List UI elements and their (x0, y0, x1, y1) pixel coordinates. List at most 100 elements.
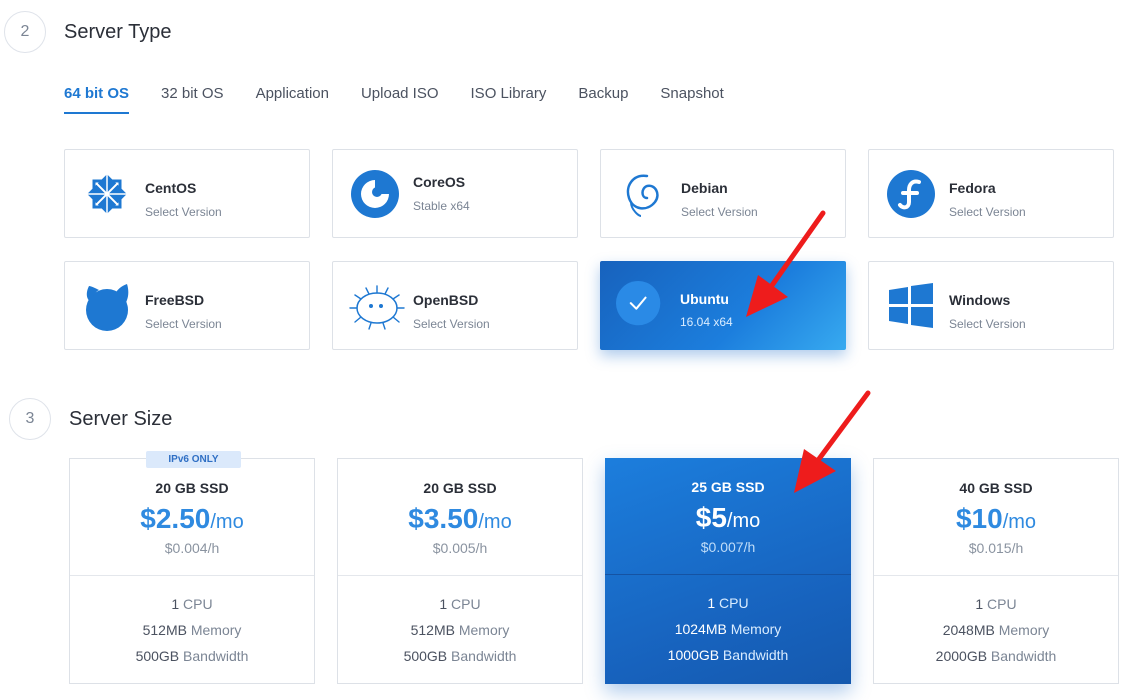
cpu-label: CPU (447, 596, 481, 612)
os-card-freebsd[interactable]: FreeBSD Select Version (64, 261, 310, 350)
memory-spec: 2048MB Memory (874, 622, 1118, 638)
bandwidth-spec: 2000GB Bandwidth (874, 648, 1118, 664)
price-period: /mo (478, 511, 512, 533)
tab-32-bit-os[interactable]: 32 bit OS (161, 82, 224, 114)
bandwidth-label: Bandwidth (987, 648, 1057, 664)
os-name: Fedora (949, 180, 996, 196)
os-version: Select Version (949, 317, 1026, 331)
cpu-spec: 1 CPU (605, 595, 851, 611)
cpu-value: 1 (707, 595, 716, 611)
os-card-openbsd[interactable]: OpenBSD Select Version (332, 261, 578, 350)
memory-spec: 512MB Memory (70, 622, 314, 638)
memory-value: 512MB (410, 622, 455, 638)
price-amount: $10 (955, 503, 1003, 534)
os-version: Select Version (145, 317, 222, 331)
section-title-server-size: Server Size (69, 408, 173, 430)
os-name: CentOS (145, 180, 197, 196)
bandwidth-spec: 500GB Bandwidth (70, 648, 314, 664)
monthly-price: $2.50/mo (70, 503, 314, 535)
os-version: Select Version (413, 317, 490, 331)
os-name: Debian (681, 180, 728, 196)
centos-logo-icon (85, 172, 129, 216)
debian-logo-icon (626, 174, 659, 217)
cpu-spec: 1 CPU (874, 596, 1118, 612)
os-version: Select Version (949, 205, 1026, 219)
price-period: /mo (210, 511, 244, 533)
price-amount: $2.50 (140, 503, 211, 534)
storage-label: 40 GB SSD (959, 480, 1033, 496)
os-card-ubuntu[interactable]: Ubuntu 16.04 x64 (600, 261, 846, 350)
os-card-coreos[interactable]: CoreOS Stable x64 (332, 149, 578, 238)
windows-logo-icon (889, 283, 933, 328)
coreos-logo-icon (351, 170, 399, 218)
os-name: Ubuntu (680, 291, 729, 307)
storage-label: 20 GB SSD (155, 480, 229, 496)
memory-label: Memory (726, 621, 782, 637)
check-icon (616, 281, 661, 326)
divider (605, 574, 851, 575)
os-version: Select Version (145, 205, 222, 219)
cpu-value: 1 (171, 596, 180, 612)
tab-backup[interactable]: Backup (578, 82, 628, 114)
cpu-spec: 1 CPU (70, 596, 314, 612)
size-card-20gb-350[interactable]: 20 GB SSD $3.50/mo $0.005/h 1 CPU 512MB … (337, 458, 583, 684)
divider (338, 575, 582, 576)
tab-64-bit-os[interactable]: 64 bit OS (64, 82, 130, 114)
bandwidth-label: Bandwidth (179, 648, 249, 664)
divider (874, 575, 1118, 576)
tab-snapshot[interactable]: Snapshot (660, 82, 723, 114)
memory-spec: 512MB Memory (338, 622, 582, 638)
bandwidth-value: 2000GB (935, 648, 988, 664)
openbsd-logo-icon (349, 285, 405, 330)
os-name: CoreOS (413, 174, 466, 190)
tab-iso-library[interactable]: ISO Library (471, 82, 547, 114)
os-version: Stable x64 (413, 199, 470, 213)
size-card-20gb-250[interactable]: IPv6 ONLY 20 GB SSD $2.50/mo $0.004/h 1 … (69, 451, 315, 684)
divider (70, 575, 314, 576)
os-card-windows[interactable]: Windows Select Version (868, 261, 1114, 350)
storage-label: 20 GB SSD (423, 480, 497, 496)
price-amount: $5 (695, 502, 727, 533)
os-card-fedora[interactable]: Fedora Select Version (868, 149, 1114, 238)
tab-upload-iso[interactable]: Upload ISO (361, 82, 439, 114)
bandwidth-spec: 500GB Bandwidth (338, 648, 582, 664)
hourly-price: $0.007/h (700, 539, 756, 555)
hourly-price: $0.004/h (164, 540, 220, 556)
freebsd-logo-icon (86, 284, 129, 331)
size-card-25gb-5[interactable]: 25 GB SSD $5/mo $0.007/h 1 CPU 1024MB Me… (605, 458, 851, 684)
os-tabs: 64 bit OS 32 bit OS Application Upload I… (64, 82, 756, 114)
price-amount: $3.50 (408, 503, 479, 534)
hourly-price: $0.005/h (432, 540, 488, 556)
step-number-3: 3 (9, 398, 51, 440)
price-period: /mo (726, 510, 761, 532)
os-card-debian[interactable]: Debian Select Version (600, 149, 846, 238)
memory-label: Memory (454, 622, 510, 638)
monthly-price: $10/mo (874, 503, 1118, 535)
os-card-centos[interactable]: CentOS Select Version (64, 149, 310, 238)
monthly-price: $3.50/mo (338, 503, 582, 535)
cpu-value: 1 (975, 596, 984, 612)
size-card-40gb-10[interactable]: 40 GB SSD $10/mo $0.015/h 1 CPU 2048MB M… (873, 458, 1119, 684)
os-name: Windows (949, 292, 1011, 308)
memory-value: 1024MB (674, 621, 727, 637)
os-version: 16.04 x64 (680, 315, 733, 329)
hourly-price: $0.015/h (968, 540, 1024, 556)
cpu-label: CPU (179, 596, 213, 612)
fedora-logo-icon (887, 170, 935, 218)
os-version: Select Version (681, 205, 758, 219)
bandwidth-label: Bandwidth (447, 648, 517, 664)
memory-label: Memory (994, 622, 1050, 638)
cpu-label: CPU (983, 596, 1017, 612)
bandwidth-value: 1000GB (667, 647, 720, 663)
monthly-price: $5/mo (605, 502, 851, 534)
cpu-spec: 1 CPU (338, 596, 582, 612)
price-period: /mo (1002, 511, 1037, 533)
ipv6-only-badge: IPv6 ONLY (146, 451, 241, 468)
memory-value: 2048MB (942, 622, 995, 638)
memory-spec: 1024MB Memory (605, 621, 851, 637)
memory-value: 512MB (142, 622, 187, 638)
bandwidth-value: 500GB (135, 648, 180, 664)
bandwidth-spec: 1000GB Bandwidth (605, 647, 851, 663)
tab-application[interactable]: Application (256, 82, 329, 114)
bandwidth-label: Bandwidth (719, 647, 789, 663)
